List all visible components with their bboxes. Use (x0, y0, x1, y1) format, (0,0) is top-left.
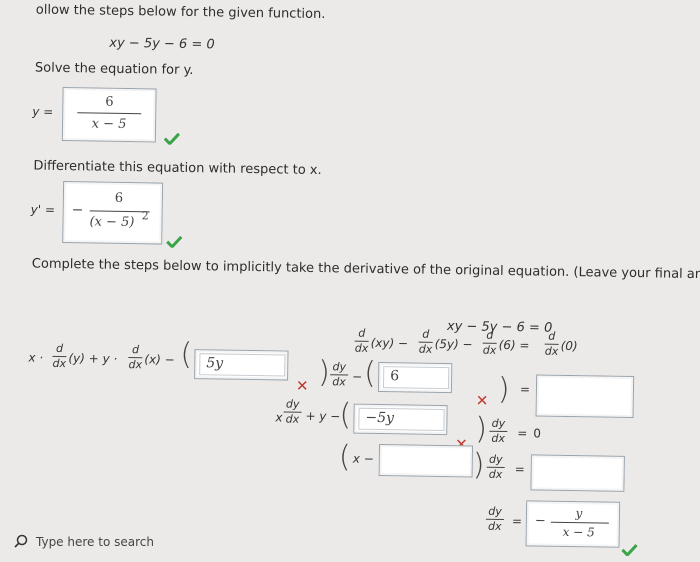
term-6: (6) = (498, 337, 530, 353)
input-2-field[interactable]: 6 (382, 366, 450, 390)
term-5y: (5y) − (434, 336, 473, 352)
close-paren: ) (475, 411, 488, 447)
step2-exponent: 2 (141, 209, 149, 223)
step2-denominator: (x − 5) (89, 214, 135, 231)
input-1-value: 5y (206, 355, 224, 372)
input-box-1[interactable]: 5y (194, 349, 289, 381)
input-2-value: 6 (390, 368, 400, 385)
equals-sign: = (511, 514, 523, 529)
search-icon (14, 534, 28, 548)
term-x-dot: x · (28, 350, 44, 365)
taskbar: Type here to search (0, 530, 700, 550)
term-xy: (xy) − (370, 335, 409, 351)
input-box-6[interactable] (530, 454, 625, 492)
step2-sign: − (71, 202, 84, 219)
instruction-text: ollow the steps below for the given func… (35, 2, 326, 23)
step2-lhs: y' = (30, 202, 56, 217)
step3-label: Complete the steps below to implicitly t… (31, 256, 700, 283)
minus-sign: − (352, 369, 363, 384)
open-paren: ( (338, 439, 351, 475)
input-1-field[interactable]: 5y (199, 353, 286, 377)
given-equation: xy − 5y − 6 = 0 (109, 35, 215, 53)
wrong-icon: ✕ (295, 376, 309, 395)
input-box-3[interactable] (535, 374, 635, 419)
input-4-value: −5y (365, 409, 395, 427)
d-dx-operator: d dx (52, 341, 67, 371)
equals-sign: = (514, 462, 525, 477)
step1-answer-box[interactable]: 6 x − 5 (61, 86, 157, 143)
equals-sign: = (519, 382, 531, 397)
question-screen: ollow the steps below for the given func… (0, 0, 700, 561)
d-dx-operator: d dx (482, 328, 497, 357)
open-paren: ( (180, 336, 193, 373)
close-paren: ) (317, 355, 331, 391)
input-box-5[interactable] (378, 444, 474, 478)
step2-label: Differentiate this equation with respect… (33, 158, 322, 179)
input-box-2[interactable]: 6 (377, 361, 453, 394)
dy-dx-operator: dy dx (486, 453, 505, 481)
dy-dx-operator: dy dx (489, 417, 508, 445)
step1-label: Solve the equation for y. (34, 60, 194, 79)
step1-fraction-bar (77, 112, 142, 115)
step2-answer-box[interactable]: − 6 (x − 5) 2 (62, 181, 164, 245)
term-y-plus: (y) + y · (68, 351, 118, 366)
step1-lhs: y = (32, 104, 54, 119)
term-0: (0) (560, 338, 578, 354)
check-icon (166, 235, 183, 248)
implicit-equation: xy − 5y − 6 = 0 (446, 319, 553, 336)
open-paren: ( (363, 355, 377, 391)
input-box-4[interactable]: −5y (353, 403, 448, 436)
dy-dx-operator: dy dx (485, 505, 504, 533)
final-sign: − (534, 513, 546, 529)
close-paren: ) (472, 447, 485, 483)
final-numerator: y (575, 506, 583, 521)
close-paren: ) (497, 371, 510, 408)
open-paren: ( (339, 397, 352, 433)
term-x-minus: (x) − (144, 352, 175, 367)
d-dx-operator: d dx (128, 343, 143, 372)
search-input[interactable]: Type here to search (36, 535, 154, 549)
d-dx-operator: d dx (544, 329, 559, 358)
check-icon (163, 132, 180, 145)
term-x: x (275, 410, 283, 425)
term-plus-y: + y − (305, 408, 341, 424)
final-fraction-bar (550, 521, 609, 524)
zero-value: 0 (533, 426, 542, 441)
step1-denominator: x − 5 (91, 116, 127, 133)
equals-sign: = (517, 426, 528, 441)
step1-numerator: 6 (105, 94, 114, 110)
wrong-icon: ✕ (475, 391, 489, 410)
term-x-minus-2: x − (352, 451, 374, 466)
input-4-field[interactable]: −5y (358, 407, 445, 432)
dy-dx-operator: dy dx (330, 360, 349, 388)
d-dx-operator: d dx (418, 327, 433, 356)
dy-dx-operator: dy dx (283, 398, 302, 426)
step2-numerator: 6 (114, 190, 124, 206)
d-dx-operator: d dx (354, 326, 369, 355)
